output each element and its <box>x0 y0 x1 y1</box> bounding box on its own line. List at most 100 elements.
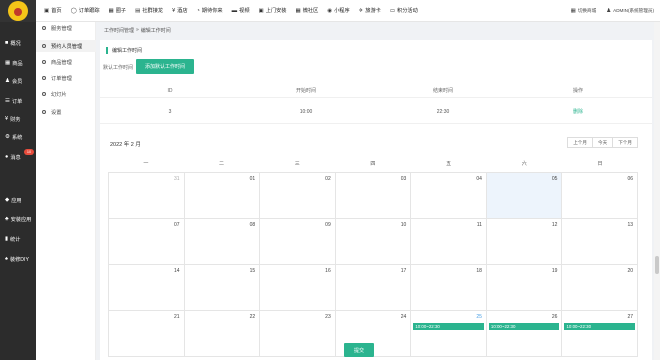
main-panel: 编辑工作时间 默认工作时间 添加默认工作时间 ID 开始时间 结束时间 操作 3… <box>100 40 652 360</box>
sidebar-item-0[interactable]: ■ 概况 <box>0 36 36 50</box>
calendar-day-cell[interactable]: 25 10:00~22:30 <box>411 311 487 357</box>
subsidebar-item-5[interactable]: 设置 <box>36 106 96 118</box>
calendar-day-cell[interactable]: 14 <box>109 265 185 311</box>
subsidebar-item-label: 预约人员管理 <box>51 43 83 50</box>
day-number: 08 <box>249 222 256 228</box>
sidebar-item-9[interactable]: ▮ 统计 <box>0 232 36 246</box>
sidebar-item-3[interactable]: ☰ 订单 <box>0 94 36 108</box>
calendar-day-cell[interactable]: 06 <box>562 173 639 219</box>
col-end: 结束时间 <box>432 88 454 94</box>
subsidebar-item-1[interactable]: 预约人员管理 <box>36 40 96 52</box>
sidebar-item-8[interactable]: ♣ 安装应用 <box>0 212 36 226</box>
calendar-day-cell[interactable]: 15 <box>184 265 261 311</box>
col-start: 开始时间 <box>295 88 317 94</box>
calendar-day-cell[interactable]: 07 <box>109 219 185 265</box>
day-number: 18 <box>476 268 482 274</box>
member-icon: ♟ <box>5 78 10 84</box>
delete-link[interactable]: 删除 <box>573 108 583 115</box>
order-icon: ☰ <box>5 98 10 104</box>
day-number: 13 <box>627 222 634 228</box>
calendar-day-cell[interactable]: 22 <box>184 311 261 357</box>
day-number: 24 <box>400 314 407 320</box>
sidebar-item-7[interactable]: ◆ 应用 <box>0 193 36 207</box>
sidebar-item-10[interactable]: ♠ 装修DIY <box>0 252 36 266</box>
finance-icon: ¥ <box>5 116 9 122</box>
calendar-day-cell[interactable]: 16 <box>260 265 336 311</box>
calendar-day-cell[interactable]: 17 <box>335 265 412 311</box>
work-time-event[interactable]: 10:00~22:30 <box>564 323 636 330</box>
prev-month-button[interactable]: 上个月 <box>567 137 593 148</box>
calendar-day-cell[interactable]: 13 <box>562 219 639 265</box>
subsidebar-item-4[interactable]: 幻灯片 <box>36 88 96 100</box>
today-button[interactable]: 今天 <box>592 137 614 148</box>
sidebar-item-4[interactable]: ¥ 财务 <box>0 112 36 126</box>
topnav-label: 社群接龙 <box>142 8 164 14</box>
calendar-day-cell[interactable]: 05 <box>486 173 563 219</box>
user-menu[interactable]: ♟ ADMIN(系统管理员) <box>606 8 654 14</box>
calendar-day-cell[interactable]: 02 <box>260 173 336 219</box>
calendar-day-cell[interactable]: 26 10:00~22:30 <box>486 311 563 357</box>
sidebar-item-label: 消息 <box>10 154 21 161</box>
work-time-event[interactable]: 10:00~22:30 <box>413 323 484 330</box>
topnav-item-1[interactable]: ◯ 订单跟踪 <box>70 7 100 15</box>
topnav-item-3[interactable]: ▤ 社群接龙 <box>135 7 164 15</box>
topnav-label: 积分活动 <box>397 8 418 14</box>
col-action: 操作 <box>572 88 584 94</box>
scrollbar-thumb[interactable] <box>655 256 659 274</box>
calendar-day-cell[interactable]: 09 <box>260 219 336 265</box>
community2-icon: ▦ <box>295 7 301 14</box>
topnav-item-11[interactable]: ▭ 积分活动 <box>390 7 418 15</box>
topnav-item-5[interactable]: ◔ 期待你来 <box>196 7 223 15</box>
circle-icon: ▦ <box>108 7 114 14</box>
calendar-day-cell[interactable]: 20 <box>562 265 639 311</box>
logo[interactable] <box>0 0 36 22</box>
sidebar-item-label: 应用 <box>11 197 22 204</box>
work-time-event[interactable]: 10:00~22:30 <box>488 323 560 330</box>
topnav-label: 期待你来 <box>201 8 223 14</box>
calendar-day-cell[interactable]: 12 <box>486 219 563 265</box>
card-icon: ✈ <box>358 7 364 14</box>
topnav-item-10[interactable]: ✈ 旅游卡 <box>358 7 381 15</box>
sidebar-item-1[interactable]: ▦ 商品 <box>0 56 36 70</box>
calendar-day-cell[interactable]: 08 <box>184 219 261 265</box>
schedule-icon: ◔ <box>196 7 200 14</box>
topnav-label: 小程序 <box>334 8 350 14</box>
weekday-label: 六 <box>521 161 527 167</box>
sidebar-item-6[interactable]: ● 消息 10 <box>0 149 36 164</box>
topnav-item-6[interactable]: ▬ 视频 <box>232 7 250 15</box>
subsidebar-item-label: 商品管理 <box>51 59 72 66</box>
calendar-day-cell[interactable]: 19 <box>486 265 563 311</box>
calendar-day-cell[interactable]: 31 <box>109 173 185 219</box>
add-default-time-button[interactable]: 添加默认工作时间 <box>136 59 194 74</box>
order-icon: ◯ <box>70 7 77 14</box>
calendar-day-cell[interactable]: 04 <box>411 173 487 219</box>
calendar-day-cell[interactable]: 01 <box>184 173 261 219</box>
sidebar-item-5[interactable]: ⚙ 系统 <box>0 130 36 144</box>
sidebar-item-label: 安装应用 <box>10 216 32 223</box>
user-icon: ♟ <box>606 8 612 14</box>
next-month-button[interactable]: 下个月 <box>612 137 638 148</box>
calendar-day-cell[interactable]: 23 <box>260 311 336 357</box>
calendar-day-cell[interactable]: 18 <box>411 265 487 311</box>
topnav-item-0[interactable]: ▣ 首页 <box>44 7 62 15</box>
calendar-day-cell[interactable]: 21 <box>109 311 185 357</box>
topnav-item-2[interactable]: ▦ 圈子 <box>108 7 127 15</box>
sidebar-item-2[interactable]: ♟ 会员 <box>0 74 36 88</box>
calendar-day-cell[interactable]: 27 10:00~22:30 <box>562 311 639 357</box>
subsidebar-item-0[interactable]: 服务管理 <box>36 22 96 34</box>
breadcrumb-parent[interactable]: 工作时间管理 <box>104 27 134 34</box>
calendar-day-cell[interactable]: 11 <box>411 219 487 265</box>
calendar-day-cell[interactable]: 10 <box>335 219 412 265</box>
subsidebar-item-2[interactable]: 商品管理 <box>36 56 96 68</box>
install-icon: ♣ <box>5 216 9 222</box>
topnav-item-8[interactable]: ▦ 微社区 <box>295 7 318 15</box>
subsidebar-item-3[interactable]: 订单管理 <box>36 72 96 84</box>
switch-mall-button[interactable]: ▦ 切换商城 <box>571 8 597 14</box>
topnav-item-4[interactable]: ¥ 酒店 <box>172 7 187 15</box>
calendar-day-cell[interactable]: 03 <box>335 173 412 219</box>
submit-button[interactable]: 提交 <box>344 343 374 357</box>
topnav-item-7[interactable]: ▣ 上门安装 <box>259 7 287 15</box>
topnav-item-9[interactable]: ◉ 小程序 <box>327 7 350 15</box>
page-scrollbar[interactable] <box>654 22 660 360</box>
day-number: 01 <box>249 176 256 182</box>
